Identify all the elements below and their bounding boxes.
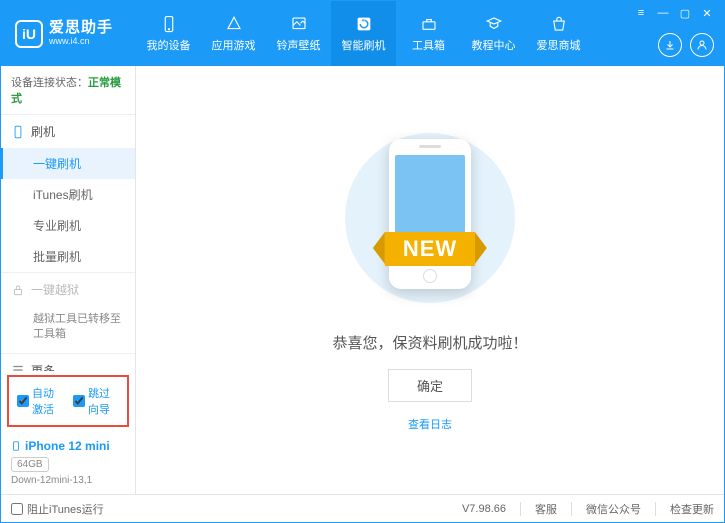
nav-tutorial[interactable]: 教程中心 bbox=[461, 1, 526, 66]
footer: 阻止iTunes运行 V7.98.66 客服 微信公众号 检查更新 bbox=[1, 494, 724, 522]
device-panel[interactable]: iPhone 12 mini 64GB Down-12mini-13,1 bbox=[1, 431, 135, 494]
user-icon bbox=[696, 39, 708, 51]
customer-service-link[interactable]: 客服 bbox=[535, 501, 557, 517]
nav-label: 我的设备 bbox=[147, 37, 191, 53]
wechat-link[interactable]: 微信公众号 bbox=[586, 501, 641, 517]
auto-activate-checkbox[interactable]: 自动激活 bbox=[17, 385, 63, 417]
section-title: 一键越狱 bbox=[31, 281, 79, 298]
checkbox-label: 自动激活 bbox=[32, 385, 63, 417]
phone-icon bbox=[158, 15, 180, 33]
app-window: iU 爱思助手 www.i4.cn 我的设备 应用游戏 铃声壁纸 智能刷机 bbox=[0, 0, 725, 523]
version-label: V7.98.66 bbox=[462, 503, 506, 515]
conn-label: 设备连接状态： bbox=[11, 77, 88, 89]
close-button[interactable]: ✕ bbox=[700, 7, 714, 19]
nav-flash[interactable]: 智能刷机 bbox=[331, 1, 396, 66]
device-name: iPhone 12 mini bbox=[11, 439, 125, 453]
block-itunes-checkbox[interactable]: 阻止iTunes运行 bbox=[11, 501, 104, 517]
nav-ringtone[interactable]: 铃声壁纸 bbox=[266, 1, 331, 66]
divider bbox=[520, 502, 521, 516]
tutorial-icon bbox=[483, 15, 505, 33]
brand-url: www.i4.cn bbox=[49, 37, 113, 47]
skip-guide-checkbox[interactable]: 跳过向导 bbox=[73, 385, 119, 417]
sidebar-item-oneclick-flash[interactable]: 一键刷机 bbox=[1, 148, 135, 179]
jailbreak-note: 越狱工具已转移至工具箱 bbox=[1, 306, 135, 353]
section-more-header[interactable]: 更多 bbox=[1, 354, 135, 371]
content: NEW 恭喜您，保资料刷机成功啦！ 确定 查看日志 bbox=[136, 66, 724, 494]
success-illustration: NEW bbox=[320, 128, 540, 308]
sidebar: 设备连接状态：正常模式 刷机 一键刷机 iTunes刷机 专业刷机 批量刷机 bbox=[1, 66, 136, 494]
nav-label: 智能刷机 bbox=[342, 37, 386, 53]
phone-icon bbox=[11, 439, 21, 453]
checkbox-label: 跳过向导 bbox=[88, 385, 119, 417]
list-icon bbox=[11, 363, 25, 371]
nav-label: 铃声壁纸 bbox=[277, 37, 321, 53]
view-log-link[interactable]: 查看日志 bbox=[408, 416, 452, 432]
brand: iU 爱思助手 www.i4.cn bbox=[1, 1, 136, 66]
top-nav: 我的设备 应用游戏 铃声壁纸 智能刷机 工具箱 教程中心 bbox=[136, 1, 624, 66]
user-button[interactable] bbox=[690, 33, 714, 57]
brand-logo-icon: iU bbox=[15, 20, 43, 48]
section-jailbreak: 一键越狱 越狱工具已转移至工具箱 bbox=[1, 273, 135, 354]
section-flash-header[interactable]: 刷机 bbox=[1, 115, 135, 148]
phone-icon bbox=[11, 125, 25, 139]
download-icon bbox=[664, 39, 676, 51]
apps-icon bbox=[223, 15, 245, 33]
body: 设备连接状态：正常模式 刷机 一键刷机 iTunes刷机 专业刷机 批量刷机 bbox=[1, 66, 724, 494]
nav-toolbox[interactable]: 工具箱 bbox=[396, 1, 461, 66]
nav-label: 爱思商城 bbox=[537, 37, 581, 53]
header-right: ≡ — ▢ ✕ bbox=[624, 1, 724, 66]
connection-status: 设备连接状态：正常模式 bbox=[1, 66, 135, 115]
lock-icon bbox=[11, 283, 25, 297]
wallpaper-icon bbox=[288, 15, 310, 33]
divider bbox=[655, 502, 656, 516]
sidebar-item-pro-flash[interactable]: 专业刷机 bbox=[1, 210, 135, 241]
success-message: 恭喜您，保资料刷机成功啦！ bbox=[332, 332, 527, 353]
check-update-link[interactable]: 检查更新 bbox=[670, 501, 714, 517]
menu-icon[interactable]: ≡ bbox=[634, 7, 648, 19]
new-ribbon: NEW bbox=[385, 232, 475, 266]
divider bbox=[571, 502, 572, 516]
section-title: 刷机 bbox=[31, 123, 55, 140]
brand-name: 爱思助手 bbox=[49, 20, 113, 37]
section-more: 更多 其他工具 下载固件 高级功能 bbox=[1, 354, 135, 371]
sidebar-item-batch-flash[interactable]: 批量刷机 bbox=[1, 241, 135, 272]
sidebar-item-itunes-flash[interactable]: iTunes刷机 bbox=[1, 179, 135, 210]
toolbox-icon bbox=[418, 15, 440, 33]
checkbox-label: 阻止iTunes运行 bbox=[27, 501, 104, 517]
nav-store[interactable]: 爱思商城 bbox=[526, 1, 591, 66]
minimize-button[interactable]: — bbox=[656, 7, 670, 19]
device-firmware: Down-12mini-13,1 bbox=[11, 475, 125, 486]
section-jailbreak-header: 一键越狱 bbox=[1, 273, 135, 306]
nav-apps[interactable]: 应用游戏 bbox=[201, 1, 266, 66]
maximize-button[interactable]: ▢ bbox=[678, 7, 692, 19]
nav-my-device[interactable]: 我的设备 bbox=[136, 1, 201, 66]
device-storage: 64GB bbox=[11, 457, 49, 472]
section-title: 更多 bbox=[31, 362, 55, 371]
store-icon bbox=[548, 15, 570, 33]
nav-label: 教程中心 bbox=[472, 37, 516, 53]
section-flash: 刷机 一键刷机 iTunes刷机 专业刷机 批量刷机 bbox=[1, 115, 135, 273]
nav-label: 工具箱 bbox=[412, 37, 445, 53]
options-row: 自动激活 跳过向导 bbox=[7, 375, 129, 427]
refresh-icon bbox=[353, 15, 375, 33]
download-button[interactable] bbox=[658, 33, 682, 57]
ok-button[interactable]: 确定 bbox=[388, 369, 472, 402]
nav-label: 应用游戏 bbox=[212, 37, 256, 53]
header: iU 爱思助手 www.i4.cn 我的设备 应用游戏 铃声壁纸 智能刷机 bbox=[1, 1, 724, 66]
